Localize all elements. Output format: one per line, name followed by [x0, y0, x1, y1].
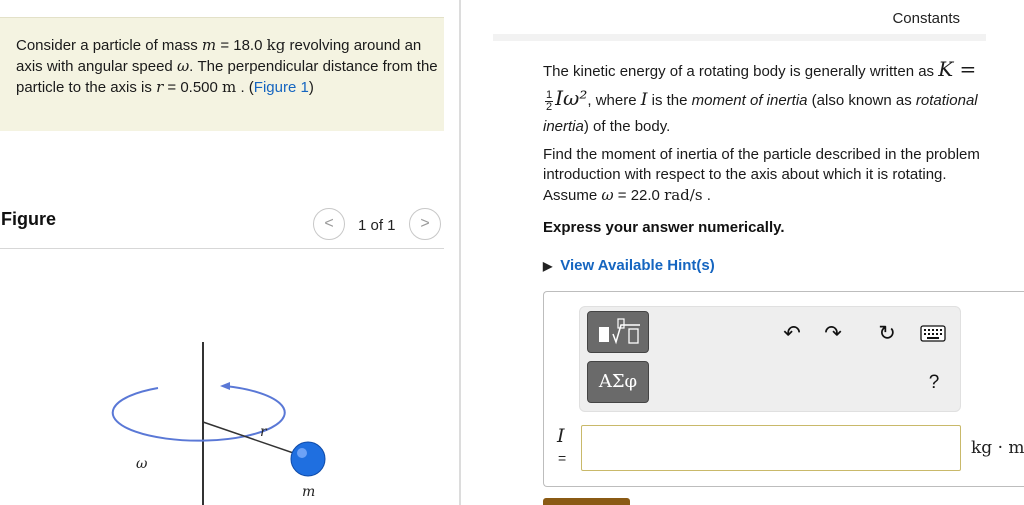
fraction-numerator: 1	[545, 88, 554, 102]
math-omega-squared: ω²	[563, 86, 588, 110]
particle-ball	[290, 441, 326, 477]
answer-area: ΑΣφ ↶ ↷ ↻ ? I = kg · m²	[543, 291, 1024, 487]
problem-introduction: Consider a particle of mass m = 18.0 kg …	[0, 17, 444, 131]
templates-button[interactable]	[587, 311, 649, 353]
math-toolbar: ΑΣφ ↶ ↷ ↻ ?	[579, 306, 961, 412]
para-text: (also known as	[807, 92, 916, 109]
answer-unit: kg · m²	[971, 438, 1024, 458]
top-rule	[493, 34, 986, 41]
figure-title: Figure	[1, 209, 57, 229]
answer-input[interactable]	[581, 425, 961, 471]
para-text: is the	[647, 92, 692, 109]
symbols-button[interactable]: ΑΣφ	[587, 361, 649, 403]
chevron-right-icon: >	[420, 215, 430, 232]
para-text: The kinetic energy of a rotating body is…	[543, 63, 939, 80]
label-m: m	[302, 484, 315, 500]
angular-speed-unit: rad/s	[664, 186, 703, 204]
chevron-left-icon: <	[324, 215, 334, 232]
rotation-path	[111, 385, 286, 442]
label-r: r	[260, 424, 268, 440]
para-text: , where	[587, 92, 641, 109]
direction-arrow-icon	[220, 382, 230, 390]
label-omega: ω	[136, 456, 148, 472]
previous-figure-button[interactable]: <	[313, 208, 345, 240]
math-K: K	[938, 57, 954, 81]
answer-instruction: Express your answer numerically.	[543, 219, 785, 236]
para-text: = 22.0	[613, 187, 665, 204]
view-hints-toggle[interactable]: ▶ View Available Hint(s)	[543, 257, 715, 274]
mass-symbol: m	[201, 36, 217, 54]
math-equals: =	[953, 57, 977, 81]
undo-icon[interactable]: ↶	[779, 321, 805, 347]
hint-label: View Available Hint(s)	[560, 257, 715, 274]
fraction-denominator: 2	[546, 100, 553, 113]
right-pane: Constants The kinetic energy of a rotati…	[461, 0, 1024, 505]
reset-icon[interactable]: ↻	[874, 321, 900, 347]
redo-icon[interactable]: ↷	[820, 321, 846, 347]
radius-unit: m	[222, 78, 237, 96]
moment-of-inertia-term: moment of inertia	[691, 92, 808, 109]
mass-unit: kg	[266, 36, 286, 54]
rotating-particle-figure: r ω m	[111, 342, 326, 505]
para-text: ) of the body.	[583, 118, 671, 135]
omega-symbol: ω	[176, 57, 190, 75]
kinetic-energy-paragraph: The kinetic energy of a rotating body is…	[543, 56, 993, 140]
keyboard-icon[interactable]	[920, 324, 946, 343]
figure-header: Figure < 1 of 1 >	[0, 206, 444, 249]
intro-text: )	[308, 79, 314, 96]
question-paragraph: Find the moment of inertia of the partic…	[543, 145, 993, 206]
answer-equals: =	[558, 450, 567, 466]
intro-text: = 18.0	[216, 37, 267, 54]
ball-highlight	[297, 448, 307, 458]
templates-icon	[599, 318, 640, 345]
left-pane: Consider a particle of mass m = 18.0 kg …	[0, 0, 459, 505]
figure-link[interactable]: Figure 1	[254, 79, 309, 96]
math-fraction: 12	[545, 88, 554, 113]
intro-text: = 0.500	[163, 79, 223, 96]
math-I: I	[555, 86, 564, 110]
figure-counter: 1 of 1	[358, 217, 396, 234]
constants-link[interactable]: Constants	[892, 10, 960, 27]
answer-variable: I	[557, 425, 565, 447]
next-figure-button[interactable]: >	[409, 208, 441, 240]
help-icon[interactable]: ?	[921, 370, 947, 396]
caret-right-icon: ▶	[543, 259, 553, 273]
submit-button[interactable]	[543, 498, 630, 505]
intro-text: Consider a particle of mass	[16, 37, 202, 54]
omega-symbol: ω	[601, 186, 614, 204]
para-text: .	[702, 187, 711, 204]
intro-text: . (	[236, 79, 254, 96]
